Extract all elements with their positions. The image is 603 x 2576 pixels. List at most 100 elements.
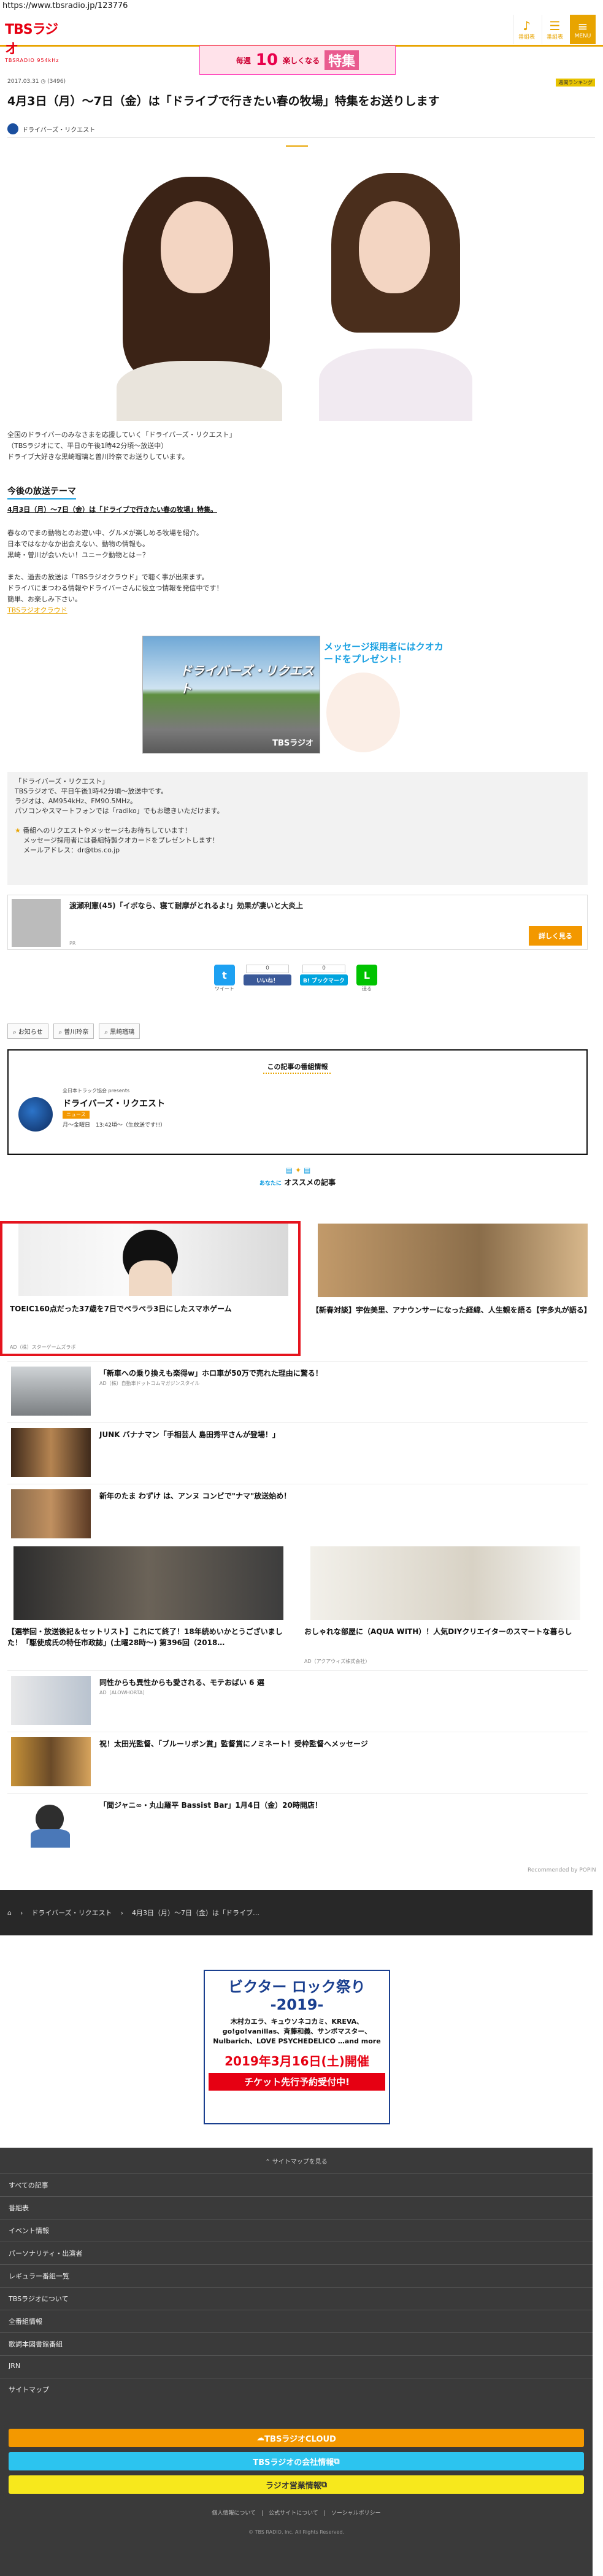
list-title: 同性からも異性からも愛される、モテおばい 6 選 xyxy=(99,1678,264,1687)
ad-ticket: チケット先行予約受付中! xyxy=(209,2073,385,2091)
hero-photo xyxy=(104,164,488,421)
top-banner-ad[interactable]: 毎週 10 楽しくなる 特集 xyxy=(199,45,396,75)
promo-caption: メッセージ採用者にはクオカードをプレゼント！ xyxy=(324,641,444,665)
related-thumb xyxy=(12,899,61,947)
book-icon: ▤ xyxy=(285,1166,293,1174)
footer-item[interactable]: パーソナリティ・出演者 xyxy=(0,2242,593,2264)
tag-news[interactable]: ⌕ お知らせ xyxy=(7,1024,48,1039)
list-item[interactable]: 同性からも異性からも愛される、モテおばい 6 選 AD（ALOWHORTA） xyxy=(7,1670,588,1732)
footer-item[interactable]: 全番組情報 xyxy=(0,2310,593,2332)
ad-title: ビクター ロック祭り -2019- xyxy=(228,1978,366,2013)
menu-button[interactable]: ≡ MENU xyxy=(570,15,596,44)
search-icon: ⌕ xyxy=(13,1029,18,1036)
banner-mid: 楽しくなる xyxy=(283,56,320,65)
cloud-icon: ☁ xyxy=(256,2433,265,2443)
program-name: ドライバーズ・リクエスト xyxy=(63,1099,166,1109)
tag-sogawa[interactable]: ⌕ 曽川玲奈 xyxy=(53,1024,94,1039)
author-name: ドライバーズ・リクエスト xyxy=(22,126,96,134)
breadcrumb-current: 4月3日（月）～7日（金）は「ドライブ… xyxy=(132,1909,260,1917)
article-body: 春なのでまの動物とのお遊い中、グルメが楽しめる牧場を紹介。 日本ではなかなか出会… xyxy=(7,528,584,616)
external-link-icon: ⧉ xyxy=(334,2456,340,2466)
related-source: PR xyxy=(69,941,76,946)
twitter-share[interactable]: t ツイート xyxy=(214,965,235,992)
recommend-card[interactable]: 【選挙回・放送後記＆セットリスト】これにて終了！18年続めいかとうございました！… xyxy=(7,1546,296,1669)
article-date: 2017.03.31 xyxy=(7,79,39,85)
tag-kurosaki[interactable]: ⌕ 黒崎瑠璃 xyxy=(99,1024,140,1039)
mail-line[interactable]: メールアドレス：dr@tbs.co.jp xyxy=(15,846,580,855)
article-views: (3496) xyxy=(47,79,66,85)
card-image xyxy=(18,1224,288,1296)
footer-item[interactable]: すべての記事 xyxy=(0,2173,593,2196)
powered-by[interactable]: Recommended by POPIN xyxy=(528,1867,596,1873)
footer-item[interactable]: TBSラジオについて xyxy=(0,2287,593,2310)
hatena-bookmark-button[interactable]: B! ブックマーク xyxy=(300,974,348,985)
card-image xyxy=(310,1546,580,1620)
schedule-button[interactable]: ☰ 番組表 xyxy=(542,15,567,44)
banner-pre: 毎週 xyxy=(236,56,251,65)
url-bar[interactable]: https://www.tbsradio.jp/123776 xyxy=(0,0,603,12)
list-title: 祝！太田光監督、「ブルーリボン賞」監督賞にノミネート！受枠監督へメッセージ xyxy=(99,1740,368,1748)
recommend-card[interactable]: おしゃれな部屋に（AQUA WITH）！人気DIYクリエイターのスマートな暮らし… xyxy=(304,1546,588,1669)
star-icon: ★ xyxy=(15,827,23,835)
site-logo[interactable]: TBSラジオ TBSRADIO 954kHz xyxy=(5,18,66,63)
footer-menu: すべての記事 番組表 イベント情報 パーソナリティ・出演者 レギュラー番組一覧 … xyxy=(0,2173,593,2401)
logo-text: TBSラジオ xyxy=(5,22,58,57)
sitemap-toggle[interactable]: ⌃ サイトマップを見る xyxy=(0,2156,593,2165)
site-footer: ⌃ サイトマップを見る すべての記事 番組表 イベント情報 パーソナリティ・出演… xyxy=(0,2148,593,2576)
personality-photo-left xyxy=(104,164,292,421)
accent-dash xyxy=(286,145,308,147)
promo-person xyxy=(326,673,400,752)
related-ad[interactable]: 渡瀬利憲(45)「イボなら、寝て耐摩がとれるよ!」効果が凄いと大炎上 PR 詳し… xyxy=(7,895,588,950)
program-heading: この記事の番組情報 xyxy=(267,1063,328,1071)
recommend-heading: あなたに オススメの記事 xyxy=(259,1178,336,1187)
sales-info-button[interactable]: ラジオ営業情報 ⧉ xyxy=(9,2475,584,2494)
facebook-share[interactable]: 0 いいね！ xyxy=(244,965,291,985)
program-info[interactable]: この記事の番組情報 全日本トラック協会 presents ドライバーズ・リクエス… xyxy=(7,1049,588,1155)
footer-links[interactable]: 個人情報について | 公式サイトについて | ソーシャルポリシー xyxy=(0,2509,593,2516)
divider xyxy=(7,137,595,138)
promo-logo: TBSラジオ xyxy=(272,739,313,748)
list-item[interactable]: 新年のたま わずけ は、アンヌ コンビで"ナマ"放送始め！ xyxy=(7,1484,588,1545)
facebook-like-button[interactable]: いいね！ xyxy=(244,974,291,985)
list-item[interactable]: 「新車への乗り換えも楽得w」ホロ車が50万で売れた理由に驚る！ AD（株）自動車… xyxy=(7,1361,588,1422)
article-author[interactable]: ドライバーズ・リクエスト xyxy=(7,123,95,135)
banner-tail: 特集 xyxy=(325,50,359,70)
radio-button[interactable]: ♪ 番組表 xyxy=(513,15,539,44)
promo-banner[interactable]: ドライバーズ・リクエスト TBSラジオ メッセージ採用者にはクオカードをプレゼン… xyxy=(142,636,449,754)
hatena-share[interactable]: 0 B! ブックマーク xyxy=(300,965,348,985)
footer-item[interactable]: レギュラー番組一覧 xyxy=(0,2264,593,2287)
list-thumb xyxy=(11,1737,91,1786)
footer-item[interactable]: 番組表 xyxy=(0,2196,593,2219)
footer-item[interactable]: 歌詞本図書館番組 xyxy=(0,2332,593,2355)
recommend-card-featured[interactable]: TOEIC160点だった37歳を7日でペラペラ3日にしたスマホゲーム AD（株）… xyxy=(0,1221,301,1356)
footer-item[interactable]: JRN xyxy=(0,2355,593,2378)
list-thumb xyxy=(11,1799,91,1848)
card-title: 【新春対談】宇佐美里、アナウンサーになった経緯、人生観を語る【宇多丸が語る】 xyxy=(312,1306,591,1314)
list-item[interactable]: JUNK バナナマン「手相芸人 島田秀平さんが登場！」 xyxy=(7,1422,588,1484)
search-icon: ⌕ xyxy=(104,1029,110,1036)
recommend-card[interactable]: 【新春対談】宇佐美里、アナウンサーになった経緯、人生観を語る【宇多丸が語る】 xyxy=(312,1224,591,1359)
tag-list: ⌕ お知らせ ⌕ 曽川玲奈 ⌕ 黒崎瑠璃 xyxy=(7,1024,140,1039)
concert-ad[interactable]: ビクター ロック祭り -2019- 木村カエラ、キュウソネコカミ、KREVA、g… xyxy=(204,1970,390,2124)
card-title: TOEIC160点だった37歳を7日でペラペラ3日にしたスマホゲーム xyxy=(10,1305,232,1313)
list-source: AD（ALOWHORTA） xyxy=(99,1690,148,1695)
footer-item[interactable]: サイトマップ xyxy=(0,2378,593,2401)
heading-underline xyxy=(263,1071,331,1074)
list-title: JUNK バナナマン「手相芸人 島田秀平さんが登場！」 xyxy=(99,1430,280,1439)
list-title: 新年のたま わずけ は、アンヌ コンビで"ナマ"放送始め！ xyxy=(99,1492,291,1500)
footer-item[interactable]: イベント情報 xyxy=(0,2219,593,2242)
related-more-button[interactable]: 詳しく見る xyxy=(529,926,582,946)
program-logo xyxy=(18,1097,53,1132)
line-share[interactable]: L 送る xyxy=(356,965,377,992)
home-icon[interactable]: ⌂ xyxy=(7,1909,12,1917)
cloud-button[interactable]: ☁ TBSラジオCLOUD xyxy=(9,2429,584,2447)
banner-num: 10 xyxy=(255,51,278,69)
list-title: 「聞ジャニ∞・丸山羅平 Bassist Bar」1月4日（金）20時開店！ xyxy=(99,1801,322,1810)
list-item[interactable]: 祝！太田光監督、「ブルーリボン賞」監督賞にノミネート！受枠監督へメッセージ xyxy=(7,1732,588,1793)
breadcrumb-program[interactable]: ドライバーズ・リクエスト xyxy=(31,1908,112,1918)
section-subheading: 4月3日（月）～7日（金）は「ドライブで行きたい春の牧場」特集。 xyxy=(7,506,217,514)
book-icon: ▤ xyxy=(304,1166,311,1174)
list-item[interactable]: 「聞ジャニ∞・丸山羅平 Bassist Bar」1月4日（金）20時開店！ xyxy=(7,1793,588,1861)
cloud-link[interactable]: TBSラジオクラウド xyxy=(7,606,67,614)
corp-info-button[interactable]: TBSラジオの会社情報 ⧉ xyxy=(9,2452,584,2470)
